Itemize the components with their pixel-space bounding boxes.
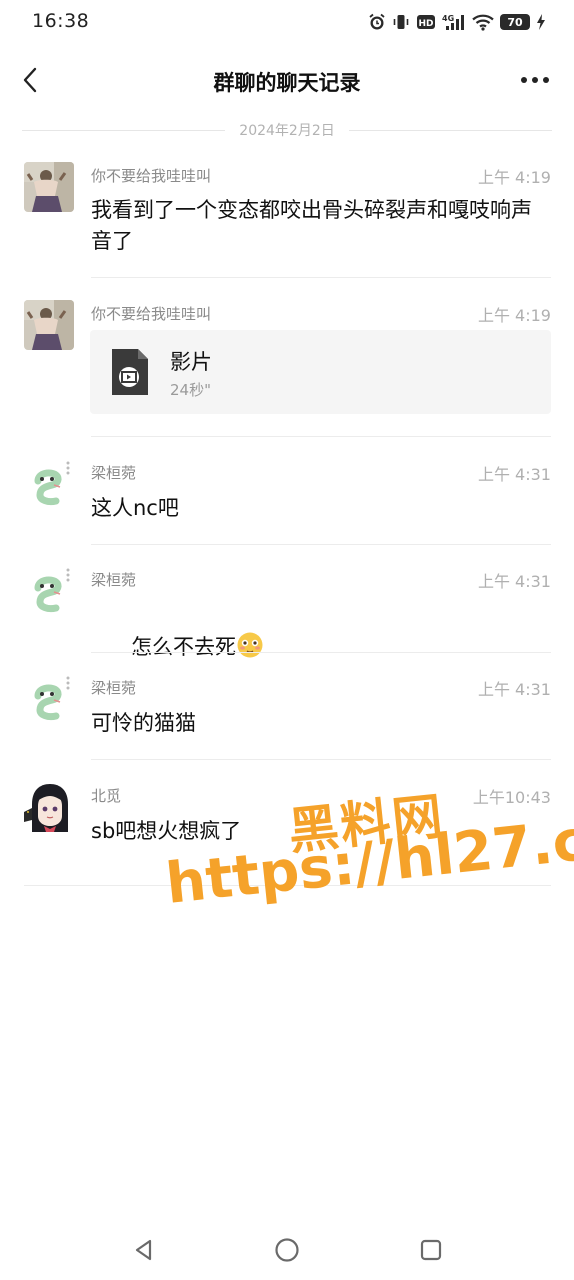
sender-name: 梁桓菀 — [91, 464, 137, 482]
status-icons: HD 4G 70 — [368, 11, 546, 33]
status-bar: 16:38 HD 4G 70 — [0, 0, 574, 44]
top-bar: 群聊的聊天记录 — [0, 54, 574, 106]
avatar[interactable] — [24, 162, 74, 212]
divider-line — [22, 129, 226, 131]
separator — [91, 652, 551, 653]
message-text: 我看到了一个变态都咬出骨头碎裂声和嘎吱响声音了 — [91, 198, 532, 253]
message-item[interactable]: 你不要给我哇哇叫 上午 4:19 我看到了一个变态都咬出骨头碎裂声和嘎吱响声音了 — [0, 162, 574, 278]
nav-home-button[interactable] — [267, 1230, 307, 1270]
more-options-button[interactable] — [518, 64, 552, 96]
message-item[interactable]: 梁桓菀 上午 4:31 怎么不去死 — [0, 566, 574, 659]
svg-text:HD: HD — [418, 19, 433, 29]
avatar[interactable] — [24, 459, 74, 509]
message-time: 上午 4:19 — [477, 306, 551, 325]
wifi-icon — [472, 13, 494, 31]
square-recents-icon — [420, 1239, 442, 1261]
flushed-face-emoji — [237, 632, 263, 658]
message-item[interactable]: 梁桓菀 上午 4:31 这人nc吧 — [0, 459, 574, 545]
date-label: 2024年2月2日 — [239, 123, 335, 139]
message-item[interactable]: 你不要给我哇哇叫 上午 4:19 影片 24秒" — [0, 300, 574, 437]
system-nav-bar — [0, 1210, 574, 1280]
message-item[interactable]: 梁桓菀 上午 4:31 可怜的猫猫 — [0, 674, 574, 760]
message-time: 上午 4:31 — [477, 572, 551, 591]
avatar[interactable] — [24, 566, 74, 616]
svg-text:4G: 4G — [442, 14, 454, 23]
nav-back-button[interactable] — [124, 1230, 164, 1270]
battery-icon: 70 — [500, 14, 530, 30]
avatar[interactable] — [24, 782, 74, 832]
sender-name: 你不要给我哇哇叫 — [91, 305, 212, 323]
sender-name: 梁桓菀 — [91, 571, 137, 589]
message-time: 上午 4:31 — [477, 465, 551, 484]
nav-recents-button[interactable] — [411, 1230, 451, 1270]
separator — [91, 544, 551, 545]
charging-icon — [536, 13, 546, 31]
sender-name: 梁桓菀 — [91, 679, 137, 697]
message-text: 怎么不去死 — [131, 635, 237, 659]
avatar[interactable] — [24, 674, 74, 724]
signal-icon: 4G — [442, 13, 466, 31]
message-time: 上午10:43 — [472, 788, 551, 807]
page-title: 群聊的聊天记录 — [213, 71, 361, 95]
separator — [91, 759, 551, 760]
video-file-card[interactable]: 影片 24秒" — [90, 330, 551, 414]
chat-history-screen: 16:38 HD 4G 70 群聊的聊天记录 2024年2月2日 你不要给我哇哇… — [0, 0, 574, 1280]
divider-line — [348, 129, 553, 131]
file-duration: 24秒" — [170, 381, 211, 399]
sender-name: 你不要给我哇哇叫 — [91, 167, 212, 185]
video-file-icon — [112, 349, 148, 395]
date-divider: 2024年2月2日 — [22, 118, 553, 142]
circle-home-icon — [275, 1238, 299, 1262]
message-time: 上午 4:19 — [477, 168, 551, 187]
more-dots-icon — [521, 77, 549, 83]
hd-icon: HD — [416, 13, 436, 31]
message-time: 上午 4:31 — [477, 680, 551, 699]
triangle-back-icon — [135, 1239, 152, 1261]
separator — [91, 436, 551, 437]
vibrate-icon — [392, 13, 410, 31]
sender-name: 北觅 — [91, 787, 122, 805]
separator — [91, 277, 551, 278]
avatar[interactable] — [24, 300, 74, 350]
message-text: 可怜的猫猫 — [91, 711, 196, 735]
file-name: 影片 — [170, 350, 212, 374]
message-text: 这人nc吧 — [91, 496, 179, 520]
status-time: 16:38 — [32, 10, 90, 32]
alarm-icon — [368, 13, 386, 31]
